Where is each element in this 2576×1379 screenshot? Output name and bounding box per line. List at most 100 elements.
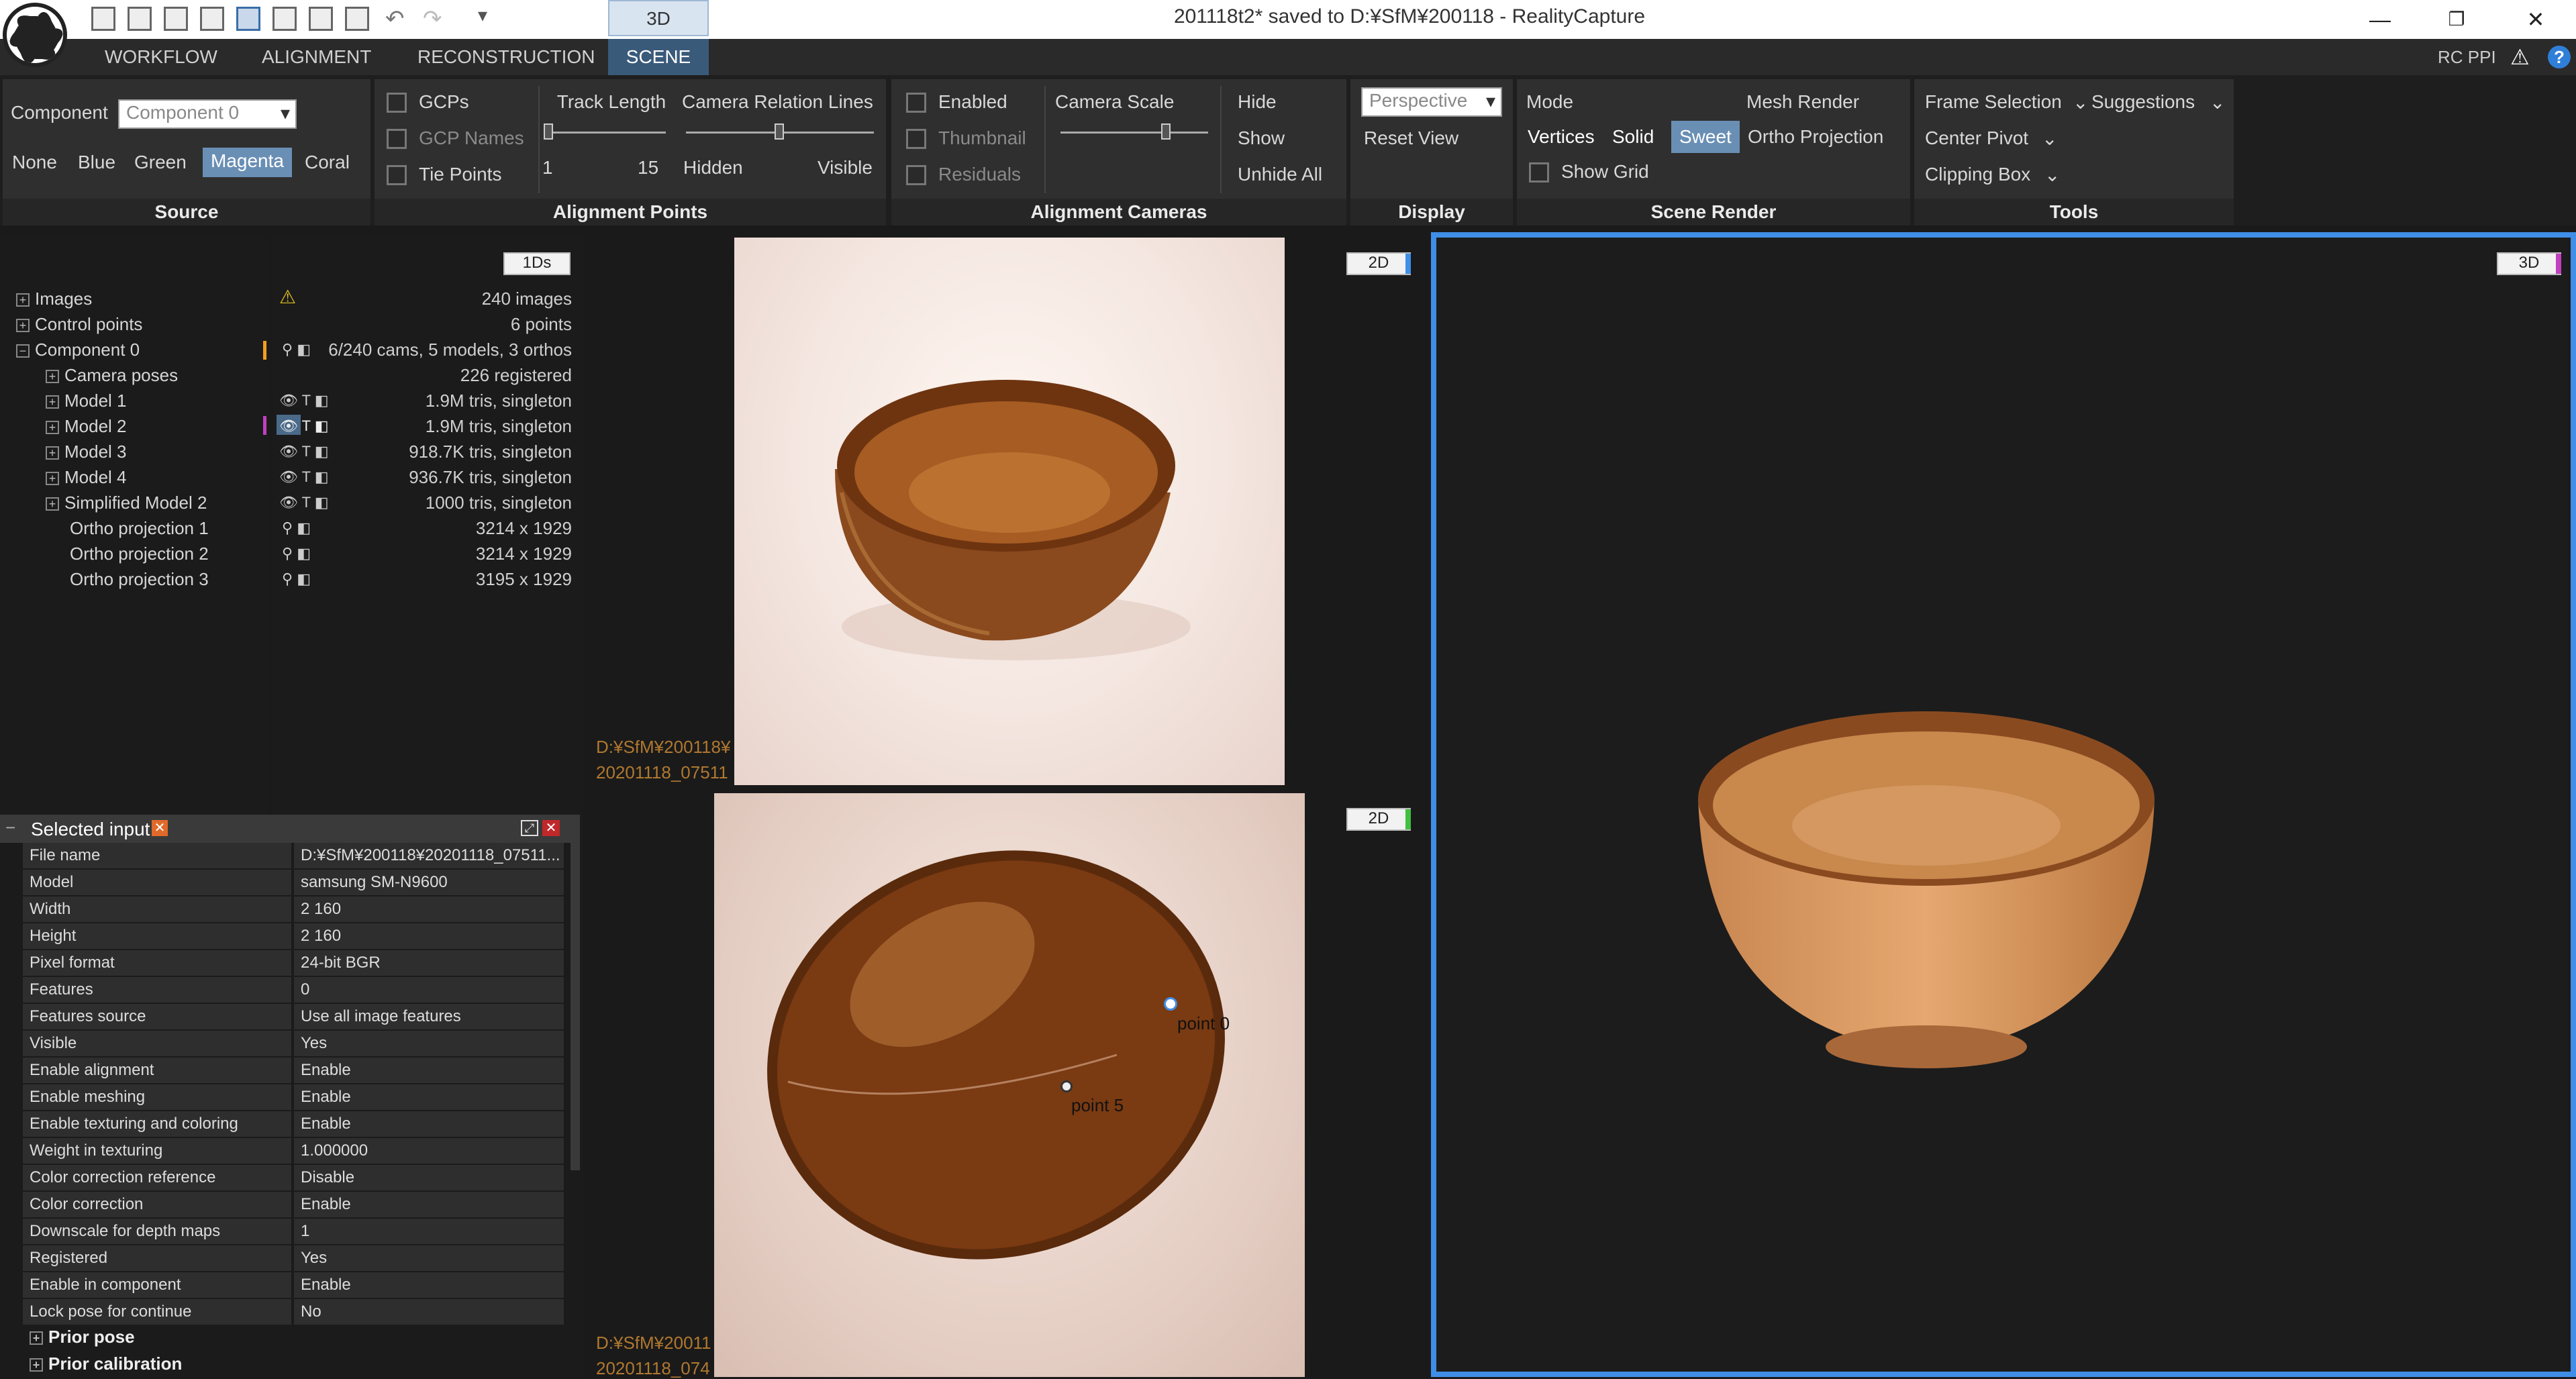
tab-alignment[interactable]: ALIGNMENT — [262, 39, 371, 75]
enabled-checkbox[interactable] — [906, 93, 926, 113]
layout-7-icon[interactable] — [309, 7, 333, 31]
suggestions-button[interactable]: Suggestions — [2091, 91, 2195, 113]
eye-icon[interactable]: 👁 T ◧ — [279, 494, 329, 511]
show-button[interactable]: Show — [1238, 127, 1285, 149]
property-row[interactable]: Weight in texturing 1.000000 — [23, 1138, 564, 1164]
reset-view-button[interactable]: Reset View — [1364, 127, 1458, 149]
camera-scale-handle[interactable] — [1161, 123, 1171, 140]
property-value[interactable]: Enable — [294, 1272, 564, 1298]
property-row[interactable]: Registered Yes — [23, 1245, 564, 1271]
quick-access-dropdown-icon[interactable]: ▾ — [478, 4, 487, 26]
property-value[interactable]: Disable — [294, 1165, 564, 1190]
property-row[interactable]: Visible Yes — [23, 1031, 564, 1056]
view-3d-tab[interactable]: 3D — [608, 0, 709, 36]
property-row[interactable]: Enable in component Enable — [23, 1272, 564, 1298]
rc-ppi-label[interactable]: RC PPI — [2438, 47, 2496, 68]
property-row[interactable]: Features source Use all image features — [23, 1004, 564, 1029]
solid-button[interactable]: Solid — [1612, 126, 1654, 148]
layout-6-icon[interactable] — [273, 7, 297, 31]
layout-3-icon[interactable] — [164, 7, 188, 31]
property-value[interactable]: Use all image features — [294, 1004, 564, 1029]
expand-icon[interactable]: + — [46, 421, 59, 435]
tie-points-checkbox[interactable] — [387, 165, 407, 185]
property-row[interactable]: Model samsung SM-N9600 — [23, 870, 564, 895]
help-icon[interactable]: ? — [2548, 46, 2571, 68]
color-magenta-button[interactable]: Magenta — [203, 148, 292, 177]
expand-icon[interactable]: + — [46, 446, 59, 460]
layout-1-icon[interactable] — [91, 7, 115, 31]
expand-icon[interactable]: + — [30, 1358, 43, 1372]
property-row[interactable]: Color correction reference Disable — [23, 1165, 564, 1190]
3d-badge[interactable]: 3D — [2497, 252, 2561, 275]
property-row[interactable]: Features 0 — [23, 977, 564, 1003]
pin-panel-icon[interactable]: ✕ — [152, 820, 168, 836]
eye-icon[interactable]: 👁 T ◧ — [279, 443, 329, 460]
vertices-button[interactable]: Vertices — [1528, 126, 1595, 148]
property-row[interactable]: Downscale for depth maps 1 — [23, 1219, 564, 1244]
tree-item-ortho-projection-1[interactable]: Ortho projection 1 — [70, 518, 209, 539]
tree-item-component-0[interactable]: − Component 0 — [16, 340, 140, 360]
ortho-projection-button[interactable]: Ortho Projection — [1748, 126, 1883, 148]
residuals-checkbox[interactable] — [906, 165, 926, 185]
projection-select[interactable]: Perspective ▾ — [1361, 87, 1502, 117]
property-row[interactable]: Enable meshing Enable — [23, 1084, 564, 1110]
component-select[interactable]: Component 0 ▾ — [118, 99, 297, 129]
expand-icon[interactable]: + — [46, 497, 59, 511]
color-blue-button[interactable]: Blue — [78, 152, 115, 173]
2d-badge[interactable]: 2D — [1346, 252, 1411, 275]
1ds-badge[interactable]: 1Ds — [503, 252, 571, 275]
point-marker-5[interactable] — [1060, 1080, 1073, 1092]
chevron-down-icon[interactable]: ⌄ — [2210, 91, 2225, 113]
expand-icon[interactable]: + — [46, 395, 59, 409]
point-marker-0[interactable] — [1164, 997, 1177, 1011]
tree-item-images[interactable]: + Images — [16, 289, 92, 309]
close-panel-icon[interactable]: ✕ — [542, 820, 560, 836]
camera-relation-handle[interactable] — [775, 123, 784, 140]
chevron-down-icon[interactable]: ⌄ — [2044, 164, 2060, 186]
close-button[interactable]: ✕ — [2509, 3, 2563, 36]
property-row[interactable]: Color correction Enable — [23, 1192, 564, 1217]
tree-item-model-1[interactable]: + Model 1 — [46, 391, 127, 411]
expand-icon[interactable]: + — [30, 1331, 43, 1345]
property-value[interactable]: No — [294, 1299, 564, 1325]
prior-pose-section[interactable]: + Prior pose — [23, 1323, 564, 1350]
center-pivot-button[interactable]: Center Pivot — [1925, 127, 2028, 149]
restore-button[interactable]: ❐ — [2430, 3, 2483, 36]
track-length-handle[interactable] — [544, 123, 553, 140]
redo-icon[interactable]: ↷ — [423, 5, 442, 32]
eye-icon[interactable]: 👁 T ◧ — [279, 417, 329, 435]
property-value[interactable]: 1.000000 — [294, 1138, 564, 1164]
tree-item-ortho-projection-2[interactable]: Ortho projection 2 — [70, 544, 209, 564]
property-row[interactable]: Height 2 160 — [23, 923, 564, 949]
gcps-checkbox[interactable] — [387, 93, 407, 113]
collapse-icon[interactable]: − — [16, 344, 30, 358]
tree-item-control-points[interactable]: + Control points — [16, 314, 142, 335]
expand-icon[interactable]: + — [46, 472, 59, 486]
color-coral-button[interactable]: Coral — [305, 152, 350, 173]
tree-item-camera-poses[interactable]: + Camera poses — [46, 365, 178, 386]
unhide-all-button[interactable]: Unhide All — [1238, 164, 1322, 185]
2d-badge[interactable]: 2D — [1346, 808, 1411, 831]
camera-scale-slider[interactable] — [1060, 132, 1208, 134]
minimize-button[interactable]: — — [2353, 3, 2407, 36]
property-row[interactable]: File name D:¥SfM¥200118¥20201118_07511... — [23, 843, 564, 868]
undock-icon[interactable]: ⤢ — [521, 820, 538, 836]
chevron-down-icon[interactable]: ⌄ — [2073, 91, 2088, 113]
color-green-button[interactable]: Green — [134, 152, 187, 173]
eye-icon[interactable]: 👁 T ◧ — [279, 468, 329, 486]
property-value[interactable]: D:¥SfM¥200118¥20201118_07511... — [294, 843, 564, 868]
property-value[interactable]: Enable — [294, 1192, 564, 1217]
property-value[interactable]: 2 160 — [294, 923, 564, 949]
property-value[interactable]: Yes — [294, 1031, 564, 1056]
layout-4-icon[interactable] — [200, 7, 224, 31]
scrollbar[interactable] — [571, 815, 580, 1170]
property-value[interactable]: 1 — [294, 1219, 564, 1244]
hide-button[interactable]: Hide — [1238, 91, 1277, 113]
property-row[interactable]: Enable alignment Enable — [23, 1058, 564, 1083]
property-row[interactable]: Lock pose for continue No — [23, 1299, 564, 1325]
color-none-button[interactable]: None — [12, 152, 57, 173]
property-row[interactable]: Pixel format 24-bit BGR — [23, 950, 564, 976]
track-length-slider[interactable] — [545, 132, 666, 134]
property-row[interactable]: Width 2 160 — [23, 897, 564, 922]
warning-icon[interactable]: ⚠ — [2510, 44, 2530, 70]
